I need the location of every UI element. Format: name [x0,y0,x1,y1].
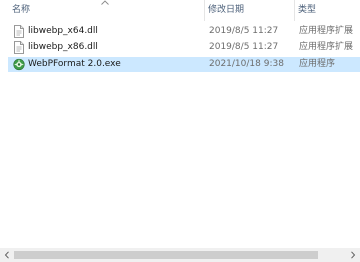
file-name: libwebp_x86.dll [28,42,98,52]
file-name: libwebp_x64.dll [28,26,98,36]
file-type: 应用程序扩展 [299,26,354,36]
file-type: 应用程序 [299,59,336,69]
scroll-left-button[interactable] [0,248,14,262]
file-date-modified: 2019/8/5 11:27 [209,42,279,52]
file-type: 应用程序扩展 [299,42,354,52]
scrollbar-thumb[interactable] [14,251,318,259]
dll-file-icon [14,25,24,38]
dll-file-icon [14,41,24,54]
chevron-left-icon [4,251,9,259]
file-date-modified: 2019/8/5 11:27 [209,26,279,36]
column-header-type[interactable]: 类型 [294,0,360,21]
scroll-right-button[interactable] [346,248,360,262]
column-header-name[interactable]: 名称 [0,0,204,21]
file-row-libwebp-x64[interactable]: libwebp_x64.dll 2019/8/5 11:27 应用程序扩展 [8,24,360,39]
chevron-right-icon [351,251,356,259]
column-header-date-modified[interactable]: 修改日期 [204,0,294,21]
webp-app-icon [13,58,25,71]
file-date-modified: 2021/10/18 9:38 [209,59,284,69]
file-row-webpformat-exe[interactable]: WebPFormat 2.0.exe 2021/10/18 9:38 应用程序 [8,57,360,72]
file-explorer-list: 名称 修改日期 类型 libwebp_x64.dll 2019/8/5 11:2… [0,0,360,262]
horizontal-scrollbar[interactable] [0,248,360,262]
file-name: WebPFormat 2.0.exe [28,59,121,69]
column-header: 名称 修改日期 类型 [0,0,360,21]
file-row-libwebp-x86[interactable]: libwebp_x86.dll 2019/8/5 11:27 应用程序扩展 [8,40,360,55]
